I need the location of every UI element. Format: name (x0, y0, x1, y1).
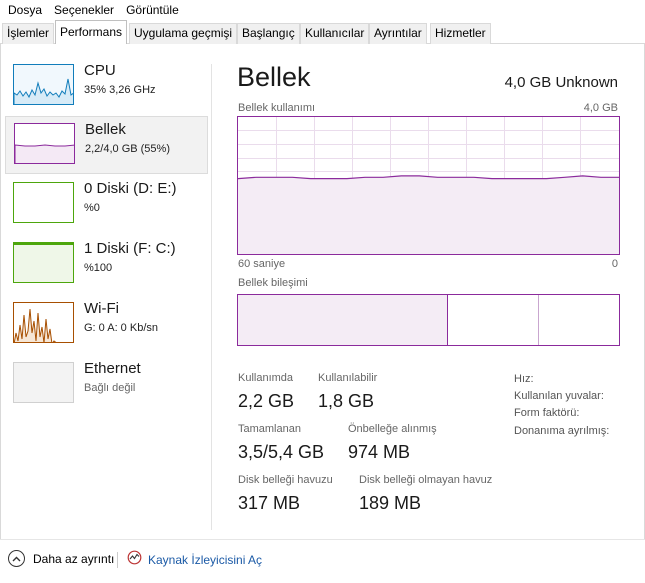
wifi-thumbnail-graph (14, 308, 57, 342)
chevron-up-icon (8, 550, 25, 567)
tab-bar: İşlemler Performans Uygulama geçmişi Baş… (0, 20, 645, 45)
memory-thumbnail-graph (15, 144, 74, 163)
composition-standby (448, 295, 539, 345)
sidebar-item-ethernet[interactable]: Ethernet Bağlı değil (5, 356, 208, 414)
wifi-thumbnail (13, 302, 74, 343)
sidebar-item-disk1[interactable]: 1 Diski (F: C:) %100 (5, 236, 208, 294)
composition-in-use (238, 295, 448, 345)
memory-composition-bar (237, 294, 620, 346)
open-resource-monitor-link[interactable]: Kaynak İzleyicisini Aç (127, 550, 262, 570)
composition-label: Bellek bileşimi (238, 277, 308, 289)
sidebar-item-label: 1 Diski (F: C:) (84, 240, 176, 257)
tab-startup[interactable]: Başlangıç (237, 23, 300, 44)
tab-services[interactable]: Hizmetler (430, 23, 491, 44)
performance-content: CPU 35% 3,26 GHz Bellek 2,2/4,0 GB (55%)… (0, 44, 645, 539)
sidebar-item-value: Bağlı değil (84, 382, 136, 394)
cpu-thumbnail (13, 64, 74, 105)
sidebar-item-value: %100 (84, 262, 113, 274)
tab-users[interactable]: Kullanıcılar (300, 23, 370, 44)
committed-value: 3,5/5,4 GB (238, 442, 325, 462)
in-use-value: 2,2 GB (238, 391, 295, 411)
sidebar-item-value: %0 (84, 202, 100, 214)
panel-divider (211, 64, 212, 530)
usage-graph-label: Bellek kullanımı (238, 102, 316, 114)
slots-label: Kullanılan yuvalar: (514, 390, 604, 402)
usage-area (238, 175, 619, 254)
sidebar-item-value: 2,2/4,0 GB (55%) (85, 143, 170, 155)
resource-monitor-icon (127, 550, 142, 570)
tab-processes[interactable]: İşlemler (2, 23, 55, 44)
nonpaged-pool-label: Disk belleği olmayan havuz (359, 474, 493, 486)
time-axis-start: 60 saniye (238, 258, 286, 270)
hardware-reserved-label: Donanıma ayrılmış: (514, 425, 610, 437)
tab-performance[interactable]: Performans (55, 20, 128, 45)
cached-value: 974 MB (348, 442, 411, 462)
menu-view[interactable]: Görüntüle (120, 1, 185, 19)
sidebar-item-cpu[interactable]: CPU 35% 3,26 GHz (5, 58, 208, 116)
sidebar-item-value: G: 0 A: 0 Kb/sn (84, 322, 158, 334)
footer: Daha az ayrıntı Kaynak İzleyicisini Aç (0, 539, 645, 583)
sidebar-item-label: 0 Diski (D: E:) (84, 180, 177, 197)
time-axis-end: 0 (611, 258, 618, 270)
tab-details[interactable]: Ayrıntılar (369, 23, 427, 44)
tab-app-history[interactable]: Uygulama geçmişi (129, 23, 238, 44)
committed-label: Tamamlanan (238, 423, 301, 435)
memory-usage-plot (237, 117, 619, 254)
sidebar-item-wifi[interactable]: Wi-Fi G: 0 A: 0 Kb/sn (5, 296, 208, 354)
disk1-thumbnail-graph (14, 243, 73, 245)
sidebar-item-label: CPU (84, 62, 116, 79)
disk1-thumbnail (13, 242, 74, 283)
footer-separator (117, 552, 118, 568)
menu-file[interactable]: Dosya (2, 1, 48, 19)
menu-options[interactable]: Seçenekler (48, 1, 120, 19)
sidebar-item-value: 35% 3,26 GHz (84, 84, 156, 96)
paged-pool-value: 317 MB (238, 493, 301, 513)
fewer-details-button[interactable]: Daha az ayrıntı (8, 550, 114, 567)
sidebar-item-disk0[interactable]: 0 Diski (D: E:) %0 (5, 176, 208, 234)
cached-label: Önbelleğe alınmış (348, 423, 437, 435)
resource-monitor-label: Kaynak İzleyicisini Aç (148, 553, 263, 567)
sidebar-item-label: Wi-Fi (84, 300, 119, 317)
nonpaged-pool-value: 189 MB (359, 493, 422, 513)
memory-thumbnail (14, 123, 75, 164)
ethernet-thumbnail (13, 362, 74, 403)
disk0-thumbnail (13, 182, 74, 223)
usage-graph-max: 4,0 GB (583, 102, 618, 114)
fewer-details-label: Daha az ayrıntı (33, 551, 115, 566)
memory-total: 4,0 GB Unknown (504, 74, 618, 91)
page-title: Bellek (237, 62, 311, 92)
paged-pool-label: Disk belleği havuzu (238, 474, 333, 486)
sidebar-item-label: Bellek (85, 121, 126, 138)
in-use-label: Kullanımda (238, 372, 294, 384)
available-label: Kullanılabilir (318, 372, 378, 384)
speed-label: Hız: (514, 373, 534, 385)
sidebar-item-memory[interactable]: Bellek 2,2/4,0 GB (55%) (5, 116, 208, 174)
sidebar-item-label: Ethernet (84, 360, 141, 377)
menu-bar: Dosya Seçenekler Görüntüle (0, 0, 645, 20)
memory-usage-graph (237, 116, 620, 255)
form-factor-label: Form faktörü: (514, 407, 580, 419)
available-value: 1,8 GB (318, 391, 375, 411)
cpu-thumbnail-graph (14, 65, 73, 104)
